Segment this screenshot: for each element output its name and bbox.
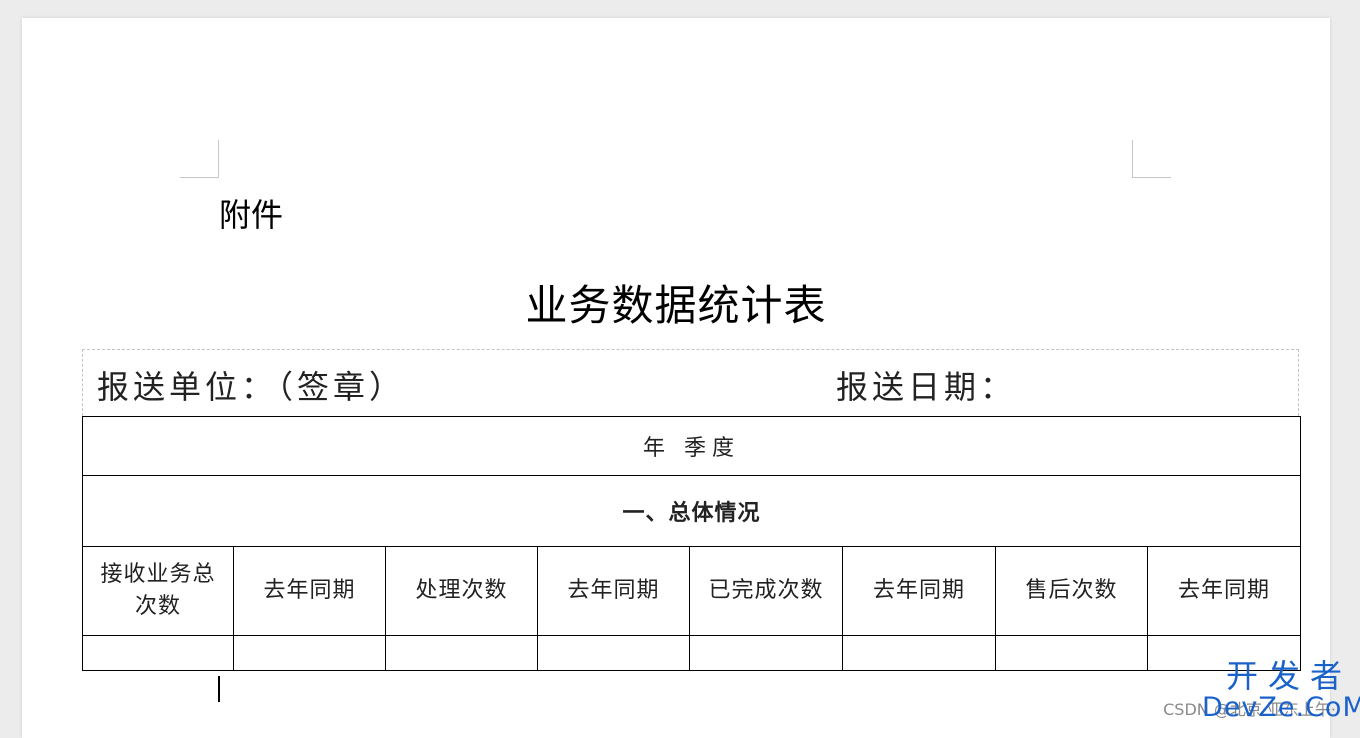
data-cell[interactable] <box>843 636 996 671</box>
statistics-table: 年 季度 一、总体情况 接收业务总次数 去年同期 处理次数 去年同期 已完成次数… <box>82 416 1301 671</box>
data-cell[interactable] <box>234 636 386 671</box>
header-cell[interactable]: 去年同期 <box>234 547 386 636</box>
data-cell[interactable] <box>538 636 690 671</box>
document-title[interactable]: 业务数据统计表 <box>22 272 1330 333</box>
header-cell[interactable]: 售后次数 <box>996 547 1148 636</box>
section-title-cell[interactable]: 一、总体情况 <box>83 476 1301 547</box>
devze-watermark-bottom: DevZe.CoM <box>1202 694 1352 722</box>
table-header-row: 接收业务总次数 去年同期 处理次数 去年同期 已完成次数 去年同期 售后次数 去… <box>83 547 1301 636</box>
header-cell[interactable]: 处理次数 <box>386 547 538 636</box>
header-cell[interactable]: 已完成次数 <box>690 547 843 636</box>
data-cell[interactable] <box>690 636 843 671</box>
devze-watermark-top: 开发者 <box>1202 660 1352 694</box>
report-date-label[interactable]: 报送日期： <box>836 362 1016 408</box>
table-row: 一、总体情况 <box>83 476 1301 547</box>
data-cell[interactable] <box>996 636 1148 671</box>
devze-watermark: 开发者 DevZe.CoM <box>1202 660 1352 722</box>
header-cell[interactable]: 去年同期 <box>538 547 690 636</box>
table-row <box>83 636 1301 671</box>
header-cell[interactable]: 接收业务总次数 <box>83 547 234 636</box>
text-cursor <box>218 676 220 702</box>
header-cell[interactable]: 去年同期 <box>1148 547 1301 636</box>
document-page: 附件 业务数据统计表 报送单位：（签章） 报送日期： 年 季度 一、总体情况 接… <box>22 18 1330 738</box>
header-text: 接收业务总次数 <box>83 559 233 623</box>
period-cell[interactable]: 年 季度 <box>83 417 1301 476</box>
data-cell[interactable] <box>386 636 538 671</box>
table-row: 年 季度 <box>83 417 1301 476</box>
margin-corner-top-right <box>1132 140 1171 178</box>
sender-unit-label[interactable]: 报送单位：（签章） <box>97 362 405 408</box>
margin-corner-top-left <box>180 140 219 178</box>
data-cell[interactable] <box>83 636 234 671</box>
attachment-label[interactable]: 附件 <box>219 190 283 236</box>
header-cell[interactable]: 去年同期 <box>843 547 996 636</box>
sender-info-row[interactable]: 报送单位：（签章） 报送日期： <box>82 349 1299 416</box>
